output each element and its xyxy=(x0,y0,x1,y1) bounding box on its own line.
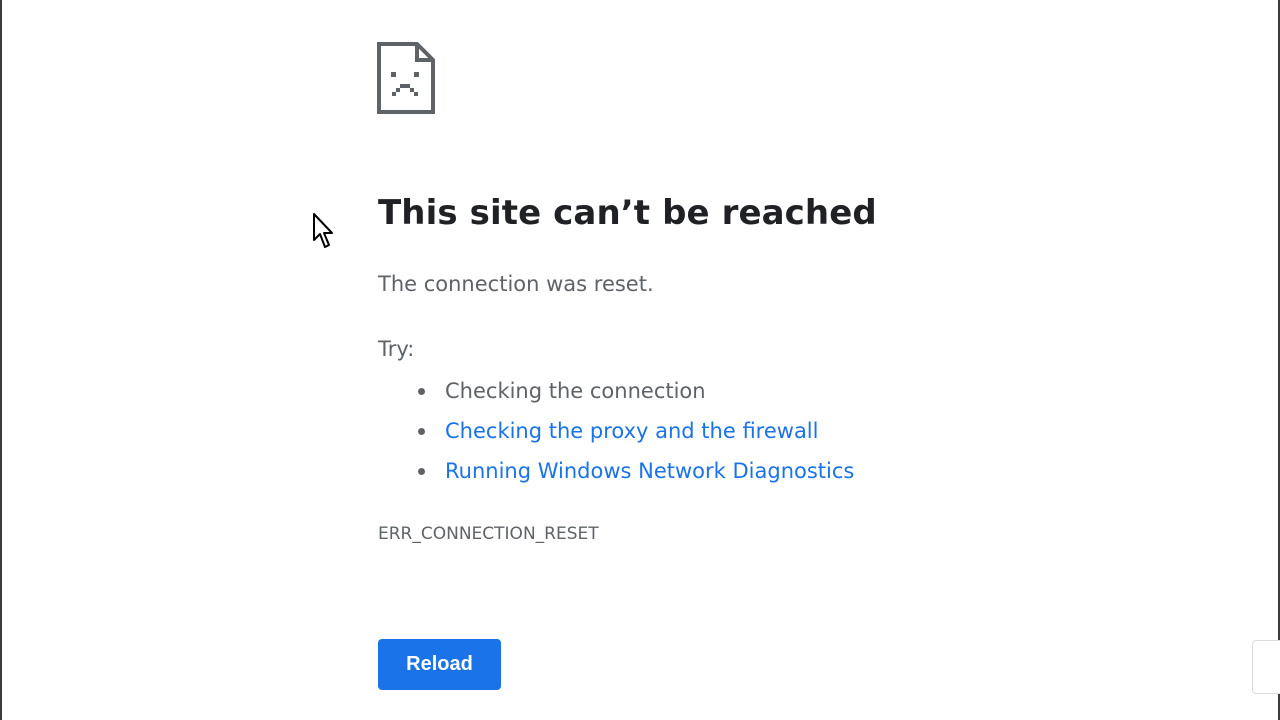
suggestion-item: Checking the connection xyxy=(378,371,854,411)
suggestion-list: Checking the connection Checking the pro… xyxy=(378,371,854,491)
suggestion-check-connection: Checking the connection xyxy=(445,379,706,403)
bullet-icon xyxy=(418,388,425,395)
suggestion-check-proxy-link[interactable]: Checking the proxy and the firewall xyxy=(445,419,818,443)
error-code: ERR_CONNECTION_RESET xyxy=(378,524,599,544)
details-button[interactable] xyxy=(1252,640,1280,694)
page-title: This site can’t be reached xyxy=(378,193,877,233)
try-label: Try: xyxy=(378,337,415,361)
reload-button[interactable]: Reload xyxy=(378,639,501,690)
bullet-icon xyxy=(418,468,425,475)
mouse-cursor-icon xyxy=(313,213,333,248)
bullet-icon xyxy=(418,428,425,435)
suggestion-item: Running Windows Network Diagnostics xyxy=(378,451,854,491)
window-frame-left xyxy=(0,0,2,720)
suggestion-item: Checking the proxy and the firewall xyxy=(378,411,854,451)
error-description: The connection was reset. xyxy=(378,272,654,296)
suggestion-network-diagnostics-link[interactable]: Running Windows Network Diagnostics xyxy=(445,459,854,483)
sad-page-icon xyxy=(377,42,435,114)
